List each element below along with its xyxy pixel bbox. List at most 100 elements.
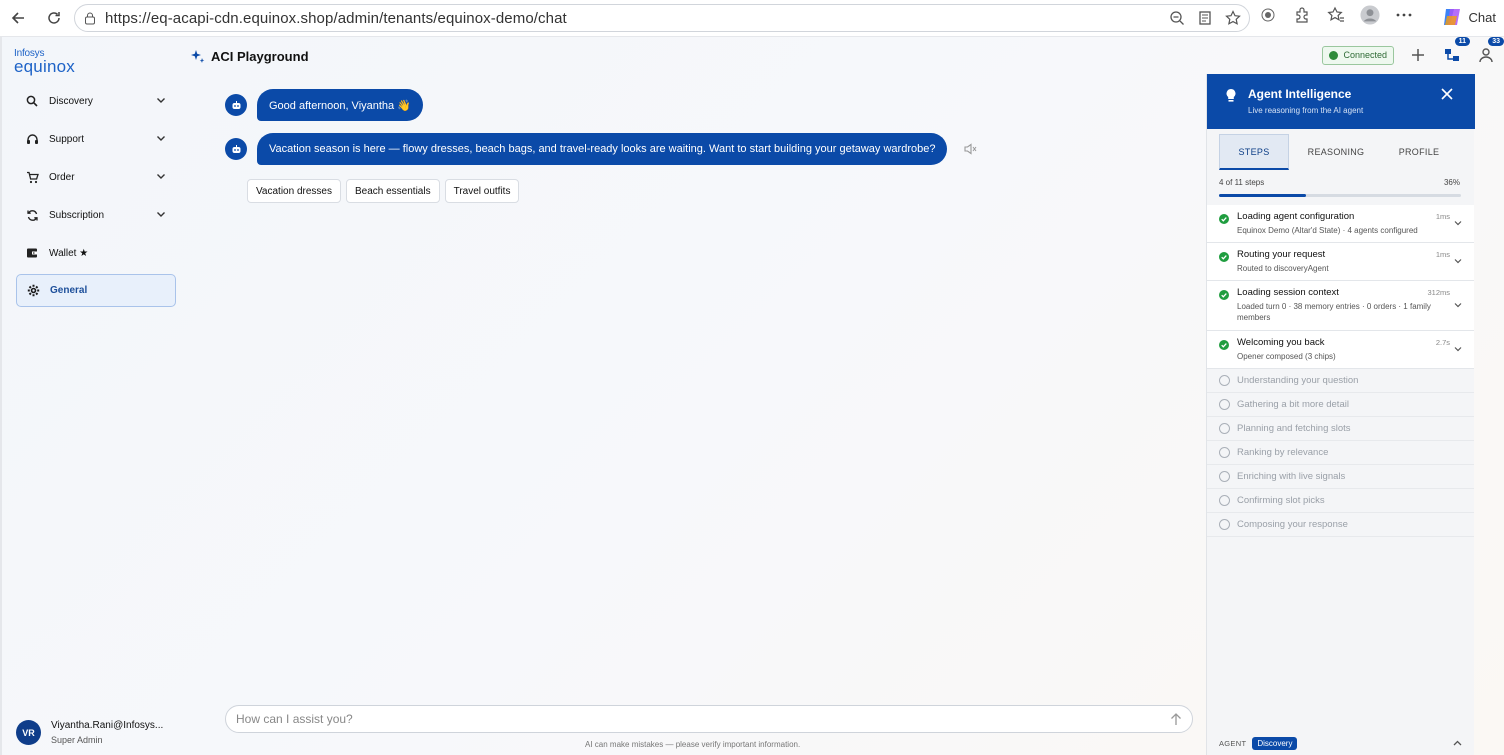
step-item-pending: Understanding your question [1207, 369, 1474, 393]
chevron-down-icon[interactable] [156, 171, 166, 181]
sidebar-item-label: Order [49, 171, 75, 183]
step-detail: Routed to discoveryAgent [1237, 264, 1329, 273]
sidebar-item-label: Wallet ★ [49, 247, 89, 259]
sidebar-item-label: Subscription [49, 209, 105, 221]
step-duration: 1ms [1435, 212, 1450, 221]
sidebar-item-wallet[interactable]: Wallet ★ [16, 237, 176, 269]
copilot-chat-button[interactable]: Chat [1441, 6, 1496, 28]
gear-icon [26, 284, 40, 298]
step-title: Enriching with live signals [1237, 471, 1346, 482]
send-arrow-icon[interactable] [1170, 712, 1182, 726]
pending-circle-icon [1219, 519, 1230, 530]
chat-input[interactable] [236, 712, 1156, 726]
step-title: Loading agent configuration [1237, 211, 1355, 222]
star-icon[interactable] [1223, 8, 1243, 28]
site-info-icon[interactable] [84, 12, 96, 25]
avatar: VR [16, 720, 41, 745]
wallet-icon [25, 246, 39, 260]
progress-percent: 36% [1443, 178, 1460, 187]
step-item-pending: Ranking by relevance [1207, 441, 1474, 465]
sidebar-item-discovery[interactable]: Discovery [16, 85, 176, 117]
step-detail: Loaded turn 0 · 38 memory entries · 0 or… [1237, 302, 1431, 322]
agent-badge: Discovery [1252, 737, 1298, 750]
pending-circle-icon [1219, 375, 1230, 386]
chip-beach-essentials[interactable]: Beach essentials [345, 179, 440, 203]
chip-travel-outfits[interactable]: Travel outfits [444, 179, 520, 203]
chevron-down-icon[interactable] [1454, 345, 1462, 353]
step-duration: 312ms [1427, 288, 1450, 297]
zoom-icon[interactable] [1167, 8, 1187, 28]
panel-header: Agent Intelligence Live reasoning from t… [1207, 74, 1475, 129]
close-icon[interactable] [1441, 88, 1453, 100]
extensions-icon[interactable] [1292, 5, 1312, 25]
step-duration: 2.7s [1435, 338, 1450, 347]
steps-list: Loading agent configuration Equinox Demo… [1207, 205, 1474, 537]
sidebar-item-subscription[interactable]: Subscription [16, 199, 176, 231]
record-icon[interactable] [1258, 5, 1278, 25]
chevron-down-icon[interactable] [156, 133, 166, 143]
user-role: Super Admin [51, 735, 103, 745]
app-root: Infosys equinox Discovery Support Order … [0, 37, 1504, 755]
chip-vacation-dresses[interactable]: Vacation dresses [247, 179, 341, 203]
reload-icon[interactable] [40, 4, 68, 32]
chevron-down-icon[interactable] [156, 209, 166, 219]
tab-reasoning[interactable]: REASONING [1289, 134, 1383, 170]
pending-circle-icon [1219, 399, 1230, 410]
sidebar-item-support[interactable]: Support [16, 123, 176, 155]
logo-big-text: equinox [14, 57, 75, 76]
users-button[interactable]: 33 [1476, 37, 1504, 65]
panel-tabs: STEPS REASONING PROFILE [1219, 134, 1463, 170]
sidebar-item-order[interactable]: Order [16, 161, 176, 193]
step-title: Composing your response [1237, 519, 1348, 530]
step-item-pending: Planning and fetching slots [1207, 417, 1474, 441]
profile-avatar-icon[interactable] [1360, 5, 1380, 25]
chevron-down-icon[interactable] [1454, 301, 1462, 309]
sidebar: Infosys equinox Discovery Support Order … [2, 37, 188, 755]
panel-title: Agent Intelligence [1248, 87, 1352, 101]
check-circle-icon [1219, 340, 1229, 350]
check-circle-icon [1219, 252, 1229, 262]
sidebar-item-label: General [50, 285, 88, 296]
agent-label: AGENT [1219, 739, 1247, 748]
page-title: ACI Playground [190, 49, 309, 64]
agent-tree-button[interactable]: 11 [1442, 37, 1470, 65]
reader-icon[interactable] [1195, 8, 1215, 28]
cart-icon [25, 170, 39, 184]
sidebar-item-general[interactable]: General [16, 274, 176, 307]
step-title: Routing your request [1237, 249, 1326, 260]
tree-icon [1445, 49, 1459, 61]
back-arrow-icon[interactable] [4, 4, 32, 32]
bot-avatar-icon [225, 94, 247, 116]
pending-circle-icon [1219, 471, 1230, 482]
disclaimer-text: AI can make mistakes — please verify imp… [585, 740, 801, 749]
panel-footer: AGENT Discovery [1219, 737, 1298, 750]
step-title: Gathering a bit more detail [1237, 399, 1349, 410]
speaker-icon[interactable] [963, 142, 977, 156]
progress-fill [1219, 194, 1307, 197]
infosys-equinox-logo[interactable]: Infosys equinox [14, 49, 75, 76]
favorites-icon[interactable] [1326, 5, 1346, 25]
step-item-pending: Composing your response [1207, 513, 1474, 537]
sidebar-item-label: Support [49, 133, 85, 145]
suggestion-chips: Vacation dresses Beach essentials Travel… [247, 179, 520, 203]
chevron-down-icon[interactable] [156, 95, 166, 105]
bot-avatar-icon [225, 138, 247, 160]
step-title: Ranking by relevance [1237, 447, 1329, 458]
step-item-done[interactable]: Welcoming you back Opener composed (3 ch… [1207, 331, 1474, 369]
refresh-icon [25, 208, 39, 222]
user-profile[interactable]: VR Viyantha.Rani@Infosys... Super Admin [16, 720, 163, 745]
address-bar[interactable]: https://eq-acapi-cdn.equinox.shop/admin/… [74, 4, 1250, 32]
tab-steps[interactable]: STEPS [1219, 134, 1289, 170]
new-chat-button[interactable] [1408, 45, 1428, 65]
plus-icon [1412, 49, 1424, 61]
chevron-down-icon[interactable] [1454, 219, 1462, 227]
copilot-icon [1443, 9, 1460, 25]
chat-input-box [225, 705, 1193, 733]
chevron-down-icon[interactable] [1454, 257, 1462, 265]
chevron-up-icon[interactable] [1453, 739, 1462, 748]
step-item-done[interactable]: Routing your request Routed to discovery… [1207, 243, 1474, 281]
tab-profile[interactable]: PROFILE [1383, 134, 1455, 170]
step-item-done[interactable]: Loading agent configuration Equinox Demo… [1207, 205, 1474, 243]
more-options-icon[interactable] [1394, 5, 1414, 25]
step-item-done[interactable]: Loading session context Loaded turn 0 · … [1207, 281, 1474, 331]
